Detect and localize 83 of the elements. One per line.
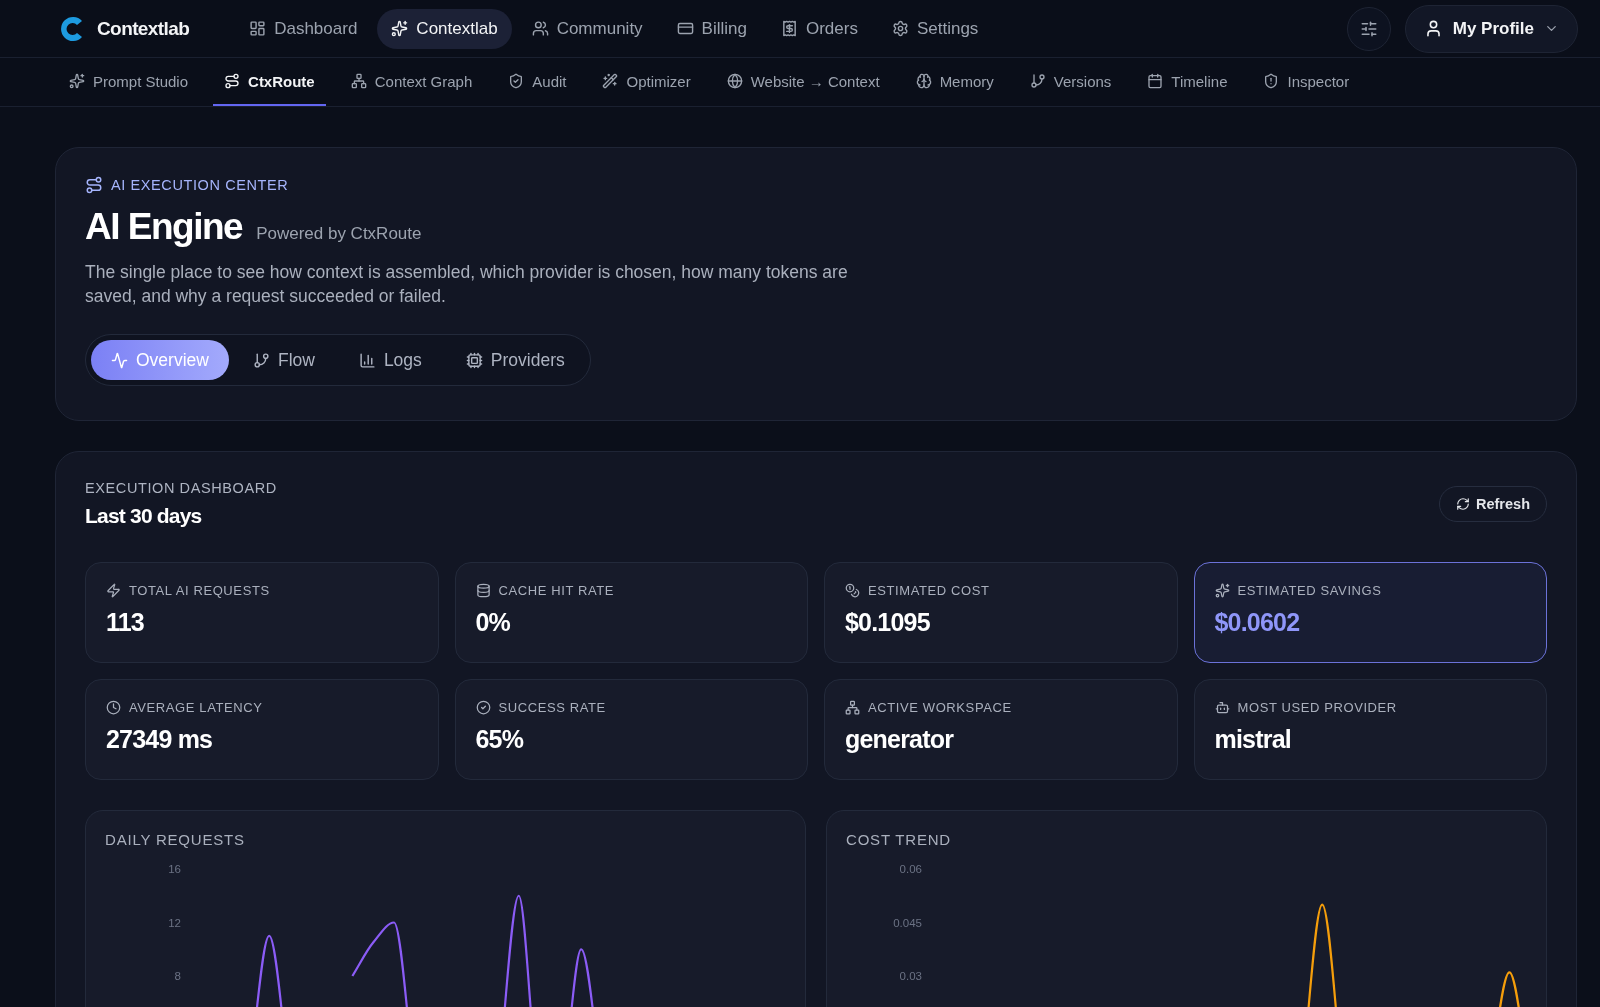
- sub-nav-tab[interactable]: Prompt Studio: [58, 58, 200, 106]
- page-subtitle: Powered by CtxRoute: [256, 224, 422, 244]
- stat-label: CACHE HIT RATE: [498, 583, 615, 598]
- stat-label: ESTIMATED SAVINGS: [1237, 583, 1382, 598]
- stat-value: 65%: [475, 725, 525, 754]
- axis-tick-label: 16: [168, 863, 181, 875]
- sub-nav-tab[interactable]: Memory: [904, 58, 1005, 106]
- section-eyebrow: EXECUTION DASHBOARD: [85, 480, 277, 496]
- stat-label: AVERAGE LATENCY: [129, 700, 263, 715]
- sub-nav-tab[interactable]: Timeline: [1136, 58, 1239, 106]
- page-title: AI Engine: [85, 206, 243, 248]
- branch-icon: [252, 351, 270, 369]
- coins-icon: [845, 583, 860, 598]
- network-icon: [845, 700, 860, 715]
- chart-title: DAILY REQUESTS: [104, 831, 246, 848]
- shield-icon: [1263, 73, 1280, 89]
- stat-label: ACTIVE WORKSPACE: [868, 700, 1012, 715]
- sub-nav-tab[interactable]: Versions: [1018, 58, 1123, 106]
- calendar-icon: [1147, 73, 1164, 89]
- sub-nav-tab[interactable]: CtxRoute: [213, 58, 326, 106]
- stat-value: 27349 ms: [106, 725, 214, 754]
- brand-name: Contextlab: [97, 17, 190, 40]
- wand-icon: [602, 73, 619, 89]
- pulse-icon: [111, 351, 128, 369]
- receipt-icon: [780, 20, 798, 37]
- branch-icon: [1029, 73, 1046, 89]
- nav-tab[interactable]: Contextlab: [377, 8, 512, 49]
- axis-tick-label: 8: [174, 970, 181, 982]
- lightning-icon: [106, 583, 121, 598]
- sub-nav-tab[interactable]: Website → Context: [715, 58, 891, 106]
- axis-tick-label: 0.045: [893, 916, 922, 929]
- check-circle-icon: [475, 700, 491, 715]
- dashboard-icon: [249, 20, 267, 37]
- view-tab[interactable]: Logs: [338, 340, 442, 380]
- view-tab[interactable]: Providers: [445, 340, 585, 380]
- route-icon: [224, 73, 241, 89]
- shield-check-icon: [508, 73, 525, 89]
- sliders-icon: [1359, 19, 1378, 38]
- sparkles-icon: [1214, 583, 1230, 598]
- stat-value: 0%: [475, 608, 512, 637]
- nav-tab[interactable]: Community: [517, 8, 657, 49]
- chart-title: COST TREND: [845, 831, 952, 848]
- refresh-icon: [1456, 497, 1470, 511]
- sub-nav-tab[interactable]: Inspector: [1252, 58, 1361, 106]
- view-tab[interactable]: Flow: [232, 340, 335, 380]
- stat-value: 113: [106, 608, 145, 637]
- section-eyebrow: AI EXECUTION CENTER: [111, 177, 289, 193]
- users-icon: [531, 20, 549, 37]
- stat-value: generator: [845, 725, 955, 754]
- axis-tick-label: 0.06: [899, 863, 922, 875]
- profile-button[interactable]: My Profile: [1404, 4, 1578, 53]
- stat-label: MOST USED PROVIDER: [1237, 700, 1397, 715]
- stat-label: ESTIMATED COST: [868, 583, 990, 598]
- bar-chart-icon: [358, 351, 376, 369]
- nav-tab[interactable]: Billing: [662, 8, 761, 49]
- page-description: The single place to see how context is assembled, which provider is chosen, how many tokens are saved, and why a request succeeded or failed.: [85, 261, 849, 308]
- stat-label: SUCCESS RATE: [498, 700, 606, 715]
- nav-tab[interactable]: Dashboard: [235, 8, 372, 49]
- network-icon: [350, 73, 367, 89]
- stat-label: TOTAL AI REQUESTS: [129, 583, 270, 598]
- globe-icon: [726, 73, 743, 89]
- stat-value: mistral: [1214, 725, 1292, 754]
- card-icon: [676, 20, 694, 37]
- refresh-button[interactable]: Refresh: [1439, 486, 1547, 522]
- sub-nav-tab[interactable]: Context Graph: [339, 58, 484, 106]
- sparkles-icon: [69, 73, 85, 89]
- sub-nav-tab[interactable]: Optimizer: [591, 58, 702, 106]
- axis-tick-label: 12: [168, 916, 181, 929]
- axis-tick-label: 0.03: [899, 970, 922, 982]
- nav-tab[interactable]: Settings: [877, 8, 993, 49]
- section-title: Last 30 days: [85, 504, 203, 528]
- brain-icon: [915, 73, 932, 89]
- chip-icon: [465, 351, 483, 369]
- stat-value: $0.1095: [845, 608, 931, 637]
- sub-nav-tab[interactable]: Audit: [497, 58, 578, 106]
- database-icon: [475, 583, 491, 598]
- nav-tab[interactable]: Orders: [766, 8, 872, 49]
- clock-icon: [106, 700, 121, 715]
- settings-icon: [891, 20, 909, 37]
- sparkles-icon: [391, 20, 409, 37]
- stat-value: $0.0602: [1214, 608, 1301, 637]
- route-icon: [85, 176, 103, 194]
- bot-icon: [1214, 700, 1230, 715]
